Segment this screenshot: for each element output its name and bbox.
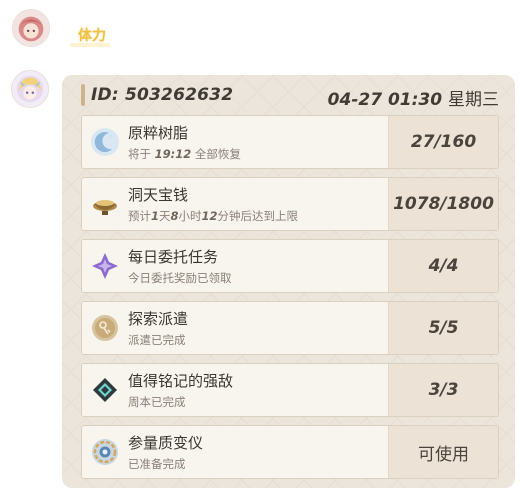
row-transformer: 参量质变仪 已准备完成 可使用 [81,425,499,479]
row-value: 27/160 [389,116,498,168]
commission-star-icon [90,251,120,281]
row-value: 1078/1800 [389,178,498,230]
resin-status-card: ID: 503262632 04-27 01:30 星期三 原粹树脂 将于 19… [62,75,515,488]
row-title: 每日委托任务 [128,248,219,266]
uid-value: 503262632 [124,85,234,105]
datetime-value: 04-27 01:30 [327,90,443,110]
weekday-value: 星期三 [448,90,499,110]
row-expedition: 探索派遣 派遣已完成 5/5 [81,301,499,355]
trigger-underline [70,43,110,47]
row-subtitle: 周本已完成 [128,395,186,409]
resin-moon-icon [90,127,120,157]
treasure-bowl-icon [90,189,120,219]
row-resin: 原粹树脂 将于 19:12 全部恢复 27/160 [81,115,499,169]
row-title: 值得铭记的强敌 [128,372,234,390]
row-title: 参量质变仪 [128,434,204,452]
header-accent-bar [81,84,85,106]
row-subtitle: 预计1天8小时12分钟后达到上限 [128,209,299,223]
row-title: 洞天宝钱 [128,186,189,204]
row-daily-commission: 每日委托任务 今日委托奖励已领取 4/4 [81,239,499,293]
row-title: 原粹树脂 [128,124,189,142]
row-realm-currency: 洞天宝钱 预计1天8小时12分钟后达到上限 1078/1800 [81,177,499,231]
row-subtitle: 今日委托奖励已领取 [128,271,232,285]
row-value: 3/3 [389,364,498,416]
user-avatar[interactable] [12,9,50,47]
row-value: 4/4 [389,240,498,292]
row-weekly-boss: 值得铭记的强敌 周本已完成 3/3 [81,363,499,417]
row-value: 5/5 [389,302,498,354]
row-subtitle: 已准备完成 [128,457,186,471]
card-header: ID: 503262632 04-27 01:30 星期三 [81,81,499,110]
row-value: 可使用 [389,426,498,478]
transformer-icon [90,437,120,467]
row-subtitle: 派遣已完成 [128,333,186,347]
datetime-text: 04-27 01:30 星期三 [328,85,499,110]
expedition-icon [90,313,120,343]
weekly-boss-icon [90,375,120,405]
trigger-text: 体力 [78,28,106,44]
bot-avatar[interactable] [11,70,49,108]
row-title: 探索派遣 [128,310,189,328]
uid-label: ID: [91,85,119,105]
row-subtitle: 将于 19:12 全部恢复 [128,147,241,161]
uid-text: ID: 503262632 [91,85,233,105]
